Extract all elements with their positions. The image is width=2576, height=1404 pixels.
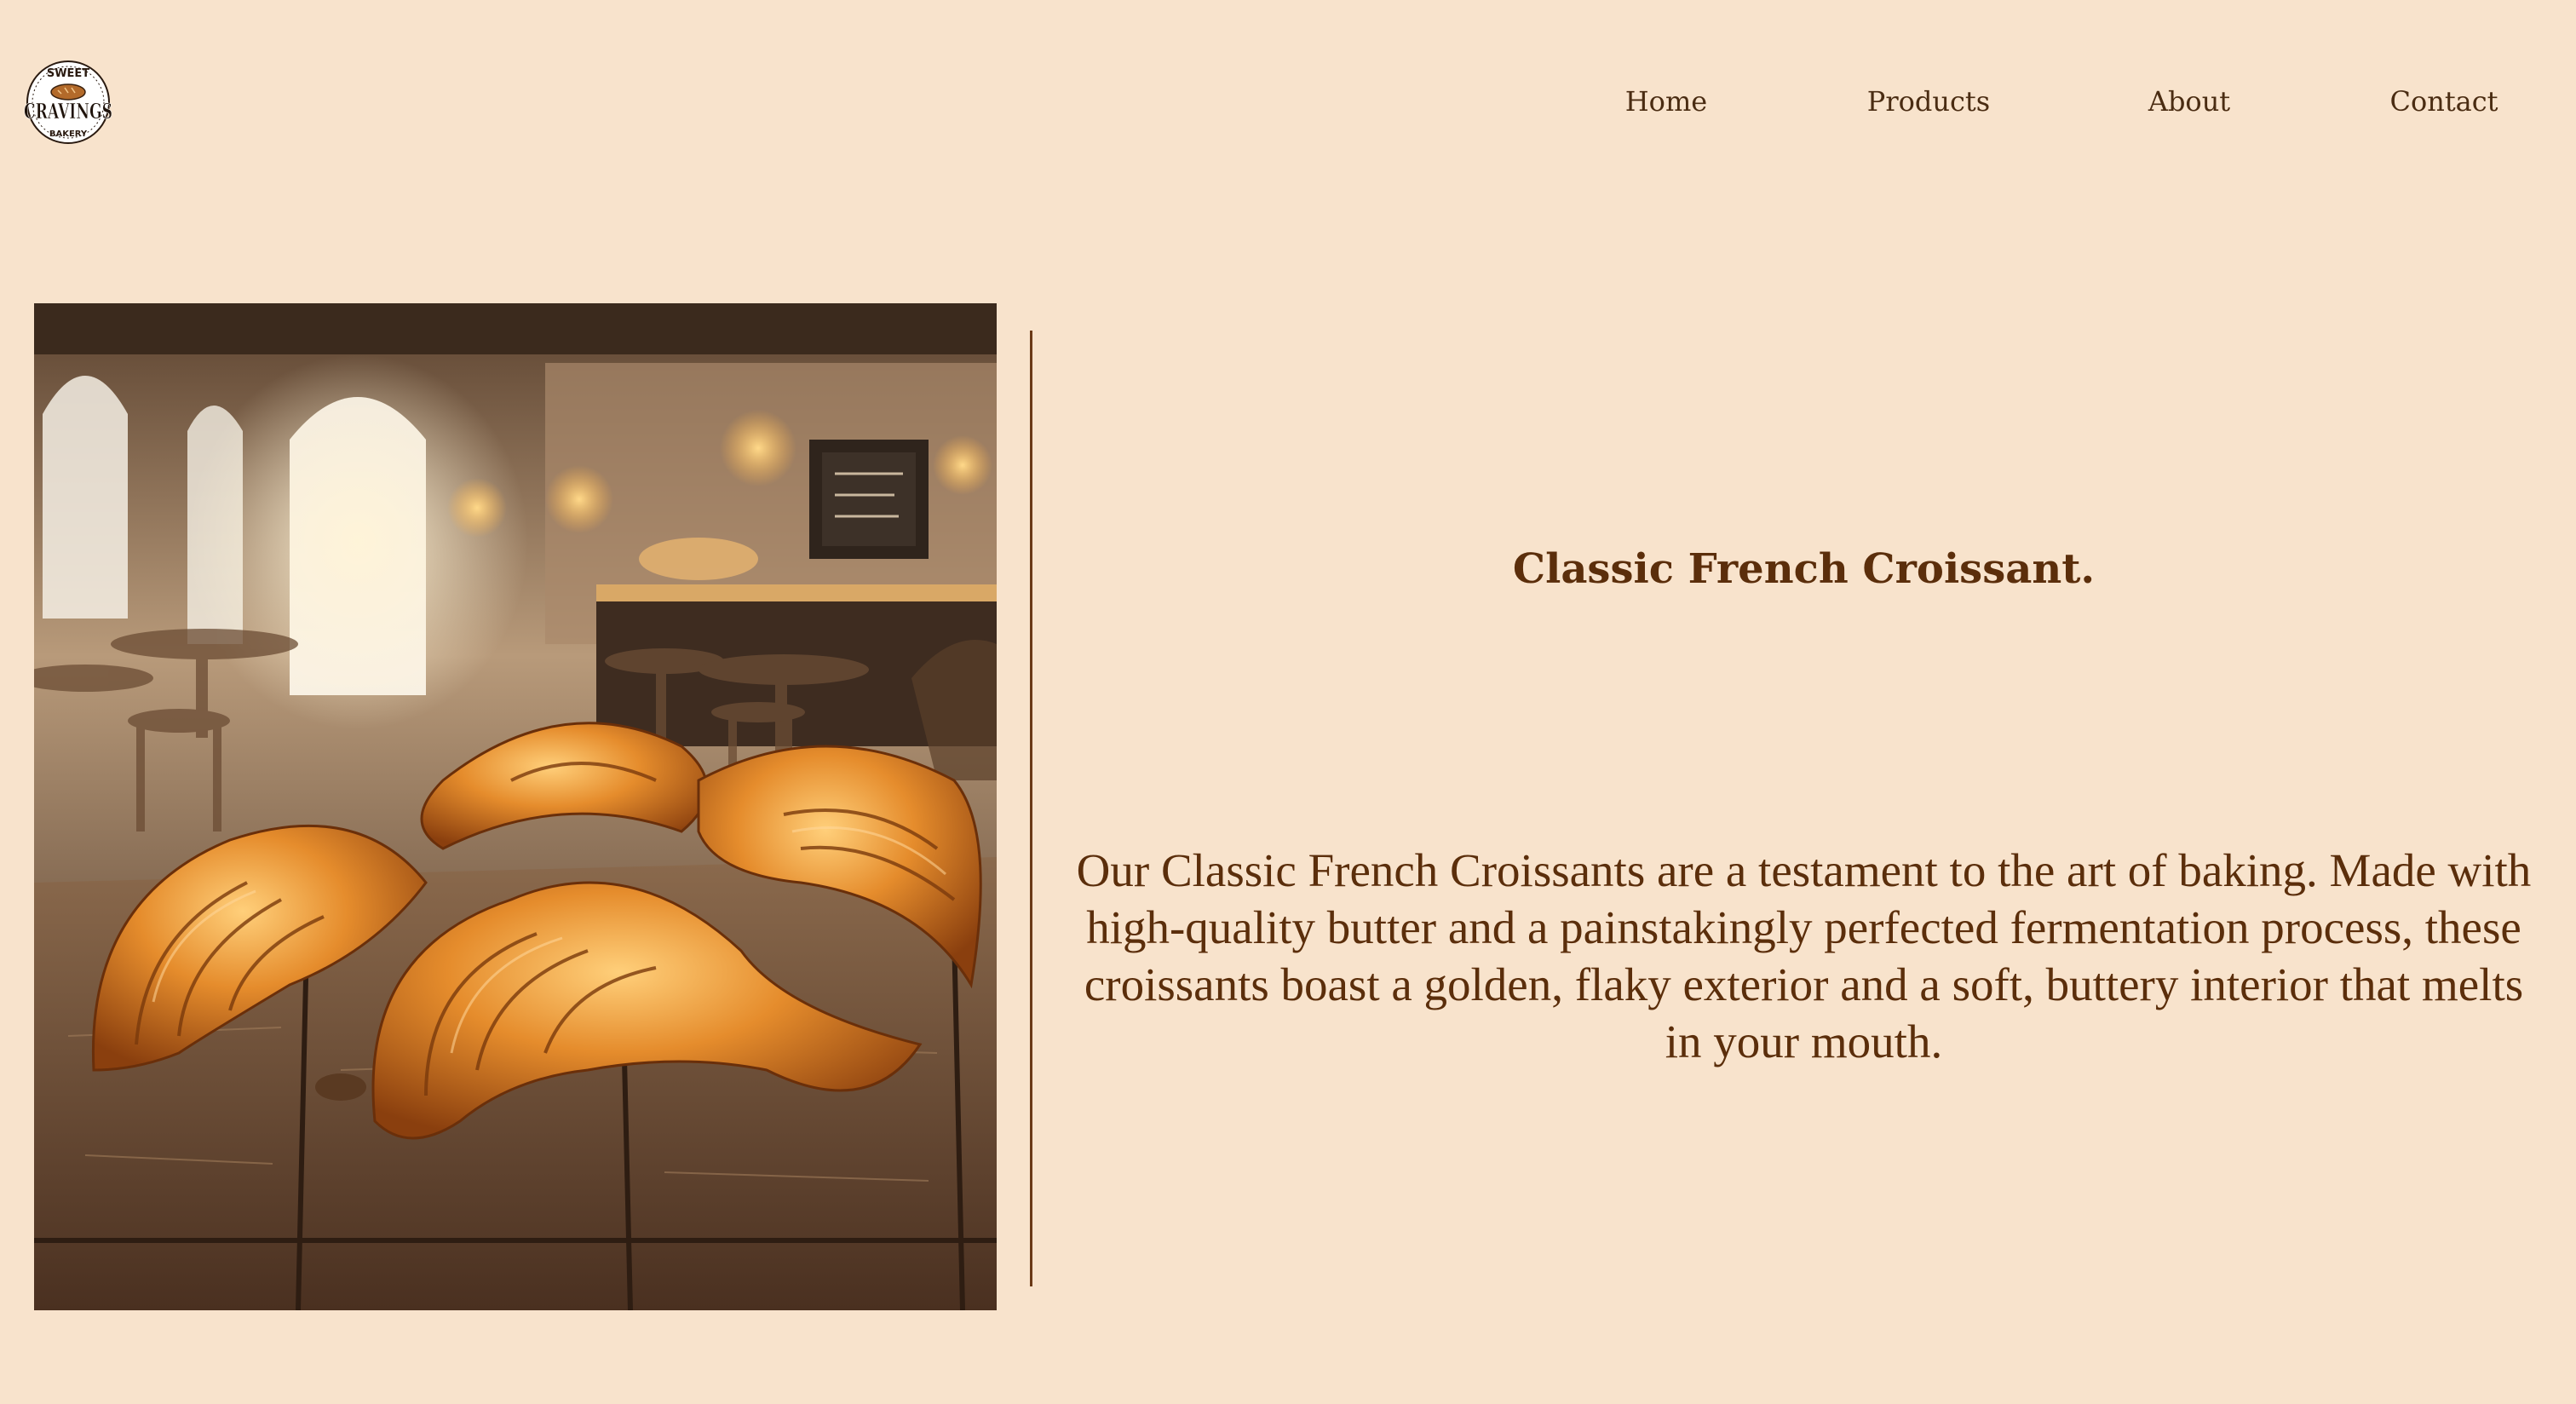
logo-top-text: SWEET [47, 67, 89, 80]
croissant-product-image [34, 303, 997, 1310]
product-description: Our Classic French Croissants are a test… [1076, 844, 2532, 1067]
nav-contact-link[interactable]: Contact [2389, 85, 2498, 118]
vertical-divider [1030, 331, 1032, 1286]
nav-home-link[interactable]: Home [1625, 85, 1707, 118]
logo-bottom-text: BAKERY [49, 129, 88, 139]
nav-about-link[interactable]: About [2148, 85, 2230, 118]
product-title: Classic French Croissant. [1512, 545, 2096, 593]
nav-products-link[interactable]: Products [1867, 85, 1990, 118]
main-nav: Home Products About Contact [0, 85, 2576, 128]
